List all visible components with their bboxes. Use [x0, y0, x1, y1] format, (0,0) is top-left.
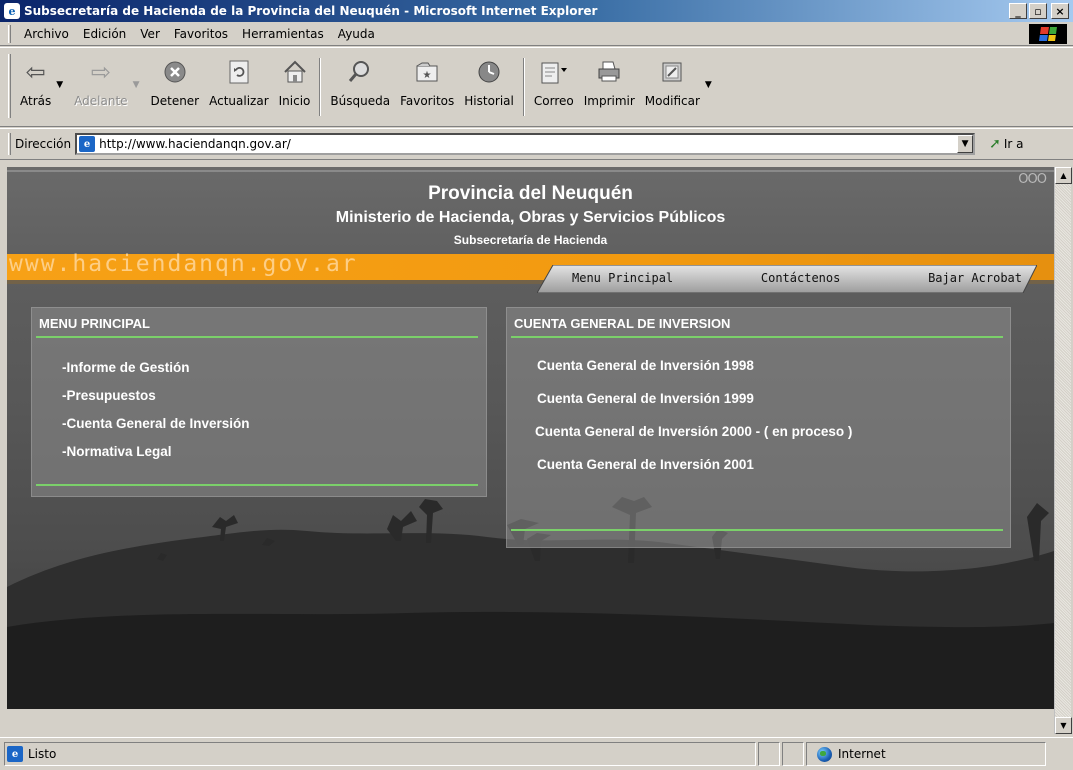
back-button[interactable]: ⇦ Atrás [15, 54, 56, 120]
page-icon: e [79, 136, 96, 152]
page-bottom-gutter [7, 709, 1054, 734]
history-button[interactable]: Historial [459, 54, 519, 120]
cgi-link-2001[interactable]: Cuenta General de Inversión 2001 [537, 455, 852, 488]
security-zone[interactable]: Internet [806, 742, 1046, 766]
window-title: Subsecretaría de Hacienda de la Provinci… [24, 4, 598, 18]
menu-bar: Archivo Edición Ver Favoritos Herramient… [0, 22, 1073, 46]
menu-link-cuenta-general[interactable]: -Cuenta General de Inversión [62, 414, 250, 442]
province-title: Provincia del Neuquén [428, 183, 633, 204]
favorites-icon: ★ [414, 54, 440, 90]
green-divider [511, 336, 1003, 338]
site-url-banner: www.haciendanqn.gov.ar [9, 251, 358, 277]
green-divider [36, 484, 478, 486]
page-status-icon: e [7, 746, 23, 762]
address-bar: Dirección e http://www.haciendanqn.gov.a… [0, 128, 1073, 160]
address-dropdown-button[interactable]: ▼ [957, 135, 974, 153]
refresh-button[interactable]: Actualizar [204, 54, 274, 120]
toolbar-grip[interactable] [8, 133, 11, 155]
title-bar[interactable]: e Subsecretaría de Hacienda de la Provin… [0, 0, 1073, 22]
ie-logo-icon: e [4, 3, 20, 19]
minimize-button[interactable]: _ [1009, 3, 1027, 19]
go-arrow-icon: ➚ [989, 136, 1001, 152]
menu-edicion[interactable]: Edición [76, 27, 133, 41]
back-dropdown-button[interactable]: ▼ [56, 80, 63, 90]
menu-link-normativa-legal[interactable]: -Normativa Legal [62, 442, 250, 470]
address-label: Dirección [15, 137, 72, 151]
menu-ayuda[interactable]: Ayuda [331, 27, 382, 41]
main-menu-title: MENU PRINCIPAL [39, 316, 150, 331]
page-divider [7, 170, 1054, 172]
main-menu-panel: MENU PRINCIPAL -Informe de Gestión -Pres… [31, 307, 487, 497]
cuenta-general-title: CUENTA GENERAL DE INVERSION [514, 316, 731, 331]
ministry-title: Ministerio de Hacienda, Obras y Servicio… [335, 209, 726, 226]
home-icon [282, 54, 308, 90]
home-button[interactable]: Inicio [274, 54, 316, 120]
menu-favoritos[interactable]: Favoritos [167, 27, 235, 41]
stop-button[interactable]: Detener [145, 54, 204, 120]
refresh-icon [227, 54, 251, 90]
address-input[interactable]: e http://www.haciendanqn.gov.ar/ ▼ [75, 133, 976, 155]
cgi-link-2000[interactable]: Cuenta General de Inversión 2000 - ( en … [535, 422, 852, 455]
zone-label: Internet [838, 747, 886, 761]
maximize-button[interactable]: ▫ [1029, 3, 1047, 19]
forward-dropdown-button[interactable]: ▼ [133, 80, 140, 90]
print-icon [596, 54, 622, 90]
history-icon [476, 54, 502, 90]
edit-icon [659, 54, 685, 90]
menu-archivo[interactable]: Archivo [17, 27, 76, 41]
cuenta-general-panel: CUENTA GENERAL DE INVERSION Cuenta Gener… [506, 307, 1011, 548]
mail-button[interactable]: Correo [529, 54, 579, 120]
windows-flag-icon [1029, 24, 1067, 44]
status-main: e Listo [4, 742, 756, 766]
cuenta-general-list: Cuenta General de Inversión 1998 Cuenta … [535, 356, 852, 488]
nav-contactenos[interactable]: Contáctenos [761, 271, 840, 285]
go-button[interactable]: ➚ Ir a [989, 136, 1023, 152]
standard-toolbar: ⇦ Atrás ▼ ⇨ Adelante ▼ Detener Actualiza… [0, 47, 1073, 127]
stop-icon [163, 54, 187, 90]
address-url[interactable]: http://www.haciendanqn.gov.ar/ [99, 137, 957, 151]
svg-text:★: ★ [423, 70, 432, 81]
back-arrow-icon: ⇦ [25, 58, 46, 86]
globe-icon [817, 746, 832, 762]
status-cell [758, 742, 780, 766]
edit-dropdown-button[interactable]: ▼ [705, 80, 712, 90]
green-divider [511, 529, 1003, 531]
menu-link-presupuestos[interactable]: -Presupuestos [62, 386, 250, 414]
status-cell [782, 742, 804, 766]
toolbar-grip[interactable] [8, 54, 11, 118]
scroll-down-button[interactable]: ▼ [1055, 717, 1072, 734]
print-button[interactable]: Imprimir [579, 54, 640, 120]
status-text: Listo [28, 747, 57, 761]
search-icon [347, 54, 373, 90]
vertical-scrollbar[interactable]: ▲ ▼ [1054, 167, 1072, 734]
nav-menu-principal[interactable]: Menu Principal [572, 271, 673, 285]
subsecretary-title: Subsecretaría de Hacienda [453, 233, 608, 247]
close-button[interactable]: × [1051, 3, 1069, 19]
menu-link-informe-gestion[interactable]: -Informe de Gestión [62, 358, 250, 386]
toolbar-separator [522, 58, 525, 116]
scroll-up-button[interactable]: ▲ [1055, 167, 1072, 184]
forward-button[interactable]: ⇨ Adelante [69, 54, 132, 120]
status-bar: e Listo Internet [0, 737, 1073, 770]
mail-icon [539, 54, 569, 90]
edit-button[interactable]: Modificar [640, 54, 705, 120]
cgi-link-1998[interactable]: Cuenta General de Inversión 1998 [537, 356, 852, 389]
favorites-button[interactable]: ★ Favoritos [395, 54, 459, 120]
cgi-link-1999[interactable]: Cuenta General de Inversión 1999 [537, 389, 852, 422]
menu-herramientas[interactable]: Herramientas [235, 27, 331, 41]
toolbar-separator [319, 58, 322, 116]
main-menu-list: -Informe de Gestión -Presupuestos -Cuent… [62, 358, 250, 470]
menu-ver[interactable]: Ver [133, 27, 167, 41]
go-label: Ir a [1003, 137, 1024, 151]
search-button[interactable]: Búsqueda [325, 54, 395, 120]
top-nav: Menu Principal Contáctenos Bajar Acrobat [572, 271, 1022, 285]
forward-arrow-icon: ⇨ [90, 58, 111, 86]
nav-bajar-acrobat[interactable]: Bajar Acrobat [928, 271, 1022, 285]
page-viewport[interactable]: OOO Provincia del Neuquén Ministerio de … [7, 167, 1054, 709]
toolbar-grip[interactable] [8, 24, 11, 43]
green-divider [36, 336, 478, 338]
